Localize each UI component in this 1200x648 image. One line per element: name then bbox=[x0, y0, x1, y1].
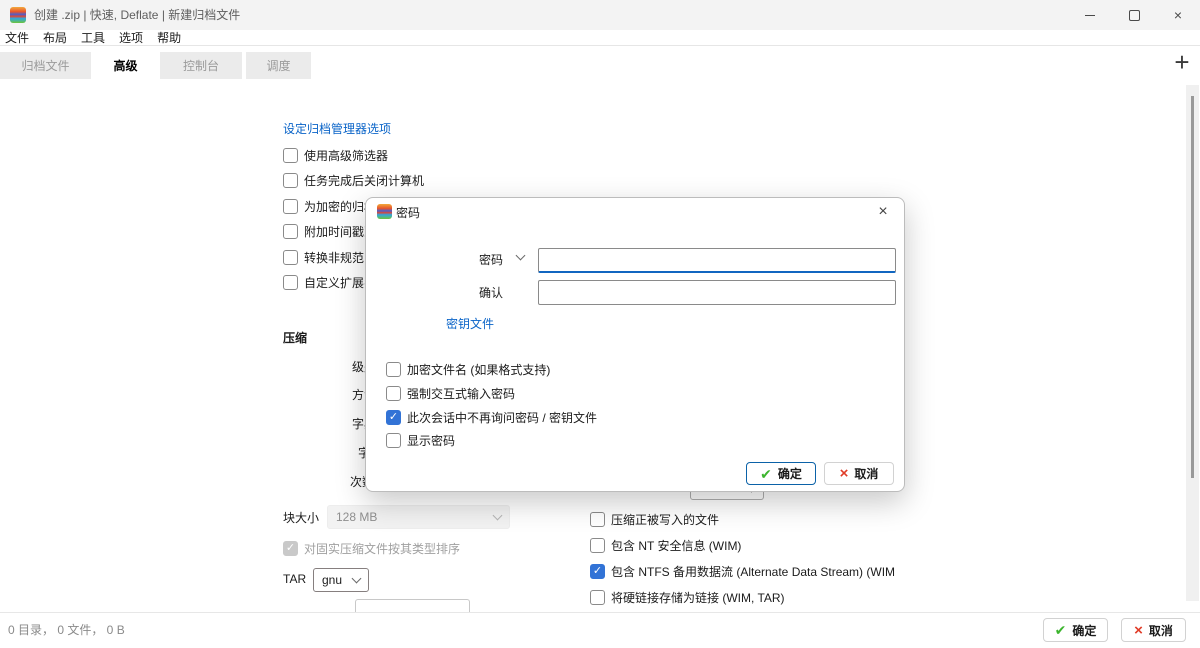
vertical-scrollbar[interactable] bbox=[1186, 85, 1199, 601]
scrollbar-thumb[interactable] bbox=[1191, 96, 1194, 478]
tab-archive[interactable]: 归档文件 bbox=[0, 52, 91, 79]
dialog-cancel-button[interactable]: × 取消 bbox=[824, 462, 894, 485]
checkbox-box[interactable] bbox=[590, 590, 605, 605]
menu-layout[interactable]: 布局 bbox=[43, 29, 67, 46]
checkbox-force-interactive[interactable]: 强制交互式输入密码 bbox=[386, 385, 515, 402]
tar-label: TAR bbox=[283, 572, 306, 586]
checkbox-box[interactable] bbox=[283, 250, 298, 265]
compression-section-header: 压缩 bbox=[283, 329, 307, 346]
x-icon: × bbox=[840, 466, 849, 481]
status-bar: 0 目录， 0 文件， 0 B ✔ 确定 × 取消 bbox=[0, 612, 1200, 648]
status-summary: 0 目录， 0 文件， 0 B bbox=[8, 613, 125, 648]
x-icon: × bbox=[1134, 623, 1143, 638]
partial-input[interactable] bbox=[355, 599, 470, 613]
chevron-down-icon bbox=[493, 510, 503, 520]
checkbox-advanced-filters[interactable]: 使用高级筛选器 bbox=[283, 147, 388, 164]
checkbox-box[interactable] bbox=[283, 199, 298, 214]
checkbox-compress-open-files[interactable]: 压缩正被写入的文件 bbox=[590, 511, 719, 528]
password-options-chevron-icon[interactable] bbox=[516, 251, 526, 261]
tab-schedule[interactable]: 调度 bbox=[246, 52, 311, 79]
checkbox-shutdown-after-task[interactable]: 任务完成后关闭计算机 bbox=[283, 172, 424, 189]
confirm-label: 确认 bbox=[479, 284, 503, 301]
checkbox-dont-ask-again[interactable]: 此次会话中不再询问密码 / 密钥文件 bbox=[386, 409, 597, 426]
maximize-icon bbox=[1129, 10, 1140, 21]
close-button[interactable]: × bbox=[1156, 0, 1200, 30]
checkbox-box[interactable] bbox=[590, 512, 605, 527]
checkbox-convert-noncanonical[interactable]: 转换非规范的 bbox=[283, 249, 376, 266]
dialog-title: 密码 bbox=[396, 204, 420, 221]
menu-help[interactable]: 帮助 bbox=[157, 29, 181, 46]
title-bar: 创建 .zip | 快速, Deflate | 新建归档文件 × bbox=[0, 0, 1200, 30]
app-icon bbox=[10, 7, 26, 23]
tab-advanced[interactable]: 高级 bbox=[95, 52, 156, 79]
maximize-button[interactable] bbox=[1112, 0, 1156, 30]
password-label: 密码 bbox=[479, 251, 503, 268]
block-size-select: 128 MB bbox=[327, 505, 510, 529]
menu-tools[interactable]: 工具 bbox=[81, 29, 105, 46]
tar-format-select[interactable]: gnu bbox=[313, 568, 369, 592]
checkbox-solid-sort: 对固实压缩文件按其类型排序 bbox=[283, 540, 460, 557]
checkbox-ntfs-ads[interactable]: 包含 NTFS 备用数据流 (Alternate Data Stream) (W… bbox=[590, 563, 895, 580]
menu-bar: 文件 布局 工具 选项 帮助 bbox=[0, 30, 1200, 46]
chevron-down-icon bbox=[352, 573, 362, 583]
app-window: 创建 .zip | 快速, Deflate | 新建归档文件 × 文件 布局 工… bbox=[0, 0, 1200, 648]
password-dialog: 密码 × 密码 确认 密钥文件 加密文件名 (如果格式支持) 强制交互式输入密码… bbox=[365, 197, 905, 492]
checkbox-box[interactable] bbox=[590, 564, 605, 579]
checkbox-box[interactable] bbox=[386, 433, 401, 448]
archive-manager-options-link[interactable]: 设定归档管理器选项 bbox=[283, 120, 391, 137]
plus-icon: + bbox=[1174, 47, 1189, 78]
minimize-button[interactable] bbox=[1068, 0, 1112, 30]
menu-options[interactable]: 选项 bbox=[119, 29, 143, 46]
menu-file[interactable]: 文件 bbox=[5, 29, 29, 46]
checkbox-box[interactable] bbox=[283, 224, 298, 239]
checkbox-append-timestamp[interactable]: 附加时间戳到 bbox=[283, 223, 376, 240]
checkbox-box bbox=[283, 541, 298, 556]
dialog-app-icon bbox=[377, 204, 392, 219]
minimize-icon bbox=[1085, 15, 1095, 16]
keyfile-link[interactable]: 密钥文件 bbox=[446, 315, 494, 332]
cancel-button[interactable]: × 取消 bbox=[1121, 618, 1186, 642]
checkbox-encrypted-archive[interactable]: 为加密的归档 bbox=[283, 198, 376, 215]
checkbox-box[interactable] bbox=[283, 173, 298, 188]
tab-console[interactable]: 控制台 bbox=[160, 52, 242, 79]
checkbox-store-hardlinks[interactable]: 将硬链接存储为链接 (WIM, TAR) bbox=[590, 589, 785, 606]
checkbox-nt-security[interactable]: 包含 NT 安全信息 (WIM) bbox=[590, 537, 741, 554]
password-input[interactable] bbox=[538, 248, 896, 273]
block-size-label: 块大小 bbox=[283, 509, 319, 526]
check-icon: ✔ bbox=[1055, 623, 1067, 637]
dialog-ok-button[interactable]: ✔ 确定 bbox=[746, 462, 816, 485]
close-icon: × bbox=[1174, 8, 1182, 22]
dialog-close-button[interactable]: × bbox=[872, 201, 894, 223]
checkbox-encrypt-filenames[interactable]: 加密文件名 (如果格式支持) bbox=[386, 361, 550, 378]
confirm-input[interactable] bbox=[538, 280, 896, 305]
close-icon: × bbox=[878, 203, 887, 221]
new-tab-button[interactable]: + bbox=[1168, 48, 1196, 76]
checkbox-box[interactable] bbox=[590, 538, 605, 553]
checkbox-show-password[interactable]: 显示密码 bbox=[386, 432, 455, 449]
checkbox-box[interactable] bbox=[283, 275, 298, 290]
checkbox-box[interactable] bbox=[386, 386, 401, 401]
checkbox-custom-extension[interactable]: 自定义扩展名 bbox=[283, 274, 376, 291]
ok-button[interactable]: ✔ 确定 bbox=[1043, 618, 1108, 642]
checkbox-box[interactable] bbox=[386, 410, 401, 425]
checkbox-box[interactable] bbox=[283, 148, 298, 163]
window-title: 创建 .zip | 快速, Deflate | 新建归档文件 bbox=[34, 0, 240, 30]
check-icon: ✔ bbox=[760, 467, 772, 481]
checkbox-box[interactable] bbox=[386, 362, 401, 377]
